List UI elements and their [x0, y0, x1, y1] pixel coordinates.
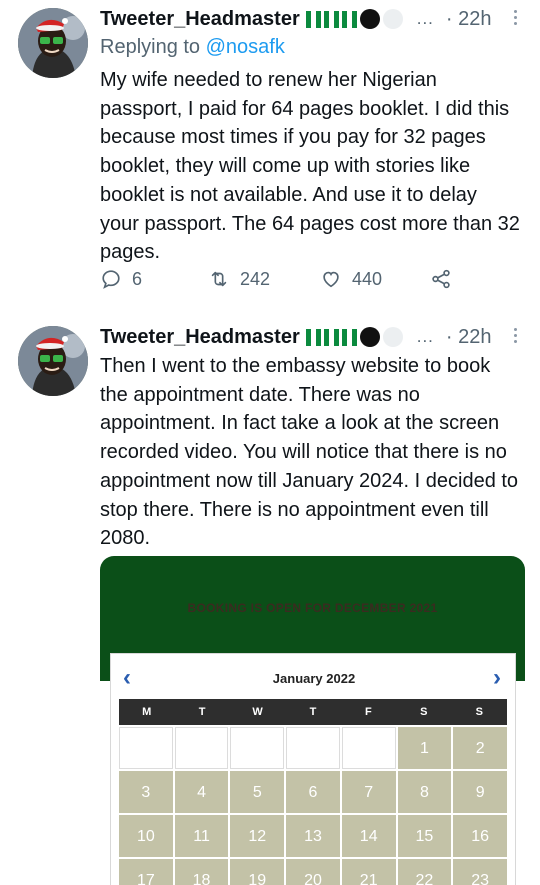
calendar-day[interactable]: 11 [174, 815, 229, 857]
tweet-header: Tweeter_Headmaster ... · 22h [100, 322, 492, 352]
tweet-media[interactable]: BOOKING IS OPEN FOR DECEMBER 2021 ‹ Janu… [100, 556, 525, 885]
white-circle-icon [382, 9, 403, 29]
black-circle-icon [359, 327, 380, 347]
weekday-label: M [142, 706, 152, 718]
banner-text: BOOKING IS OPEN FOR DECEMBER 2021 [187, 601, 438, 615]
calendar-day[interactable]: 22 [397, 859, 452, 885]
tweet-header: Tweeter_Headmaster ... · 22h [100, 4, 492, 34]
more-options-icon[interactable] [514, 10, 518, 25]
weekday-label: F [365, 706, 372, 718]
tweet-time[interactable]: · 22h [446, 326, 492, 349]
weekday-label: T [198, 706, 206, 718]
more-options-icon[interactable] [514, 328, 518, 343]
calendar-day[interactable]: 7 [341, 771, 396, 813]
tweet-text: My wife needed to renew her Nigerian pas… [100, 69, 520, 264]
nigeria-flag-icon [323, 10, 339, 28]
reply-button[interactable]: 6 [100, 268, 142, 290]
calendar-day[interactable]: 9 [453, 771, 507, 813]
calendar-empty-cell [174, 727, 229, 769]
calendar-day[interactable]: 14 [341, 815, 396, 857]
retweet-icon [211, 271, 227, 287]
next-month-icon[interactable]: › [493, 664, 501, 692]
avatar[interactable] [18, 326, 88, 396]
calendar-day[interactable]: 3 [119, 771, 173, 813]
tweet-1[interactable]: Tweeter_Headmaster ... · 22h Replying to… [0, 0, 540, 320]
nigeria-flag-icon [323, 328, 339, 346]
weekday-label: S [475, 706, 483, 718]
calendar-day[interactable]: 19 [230, 859, 285, 885]
like-button[interactable]: 440 [320, 268, 382, 290]
share-icon [432, 269, 450, 289]
weekday-label: S [420, 706, 428, 718]
calendar-day[interactable]: 16 [453, 815, 507, 857]
calendar-day[interactable]: 4 [174, 771, 229, 813]
calendar-day[interactable]: 6 [286, 771, 340, 813]
calendar-day[interactable]: 8 [397, 771, 452, 813]
calendar-day[interactable]: 21 [341, 859, 396, 885]
weekday-label: T [309, 706, 317, 718]
name-emojis [305, 327, 403, 347]
nigeria-flag-icon [305, 10, 321, 28]
nigeria-flag-icon [341, 10, 357, 28]
author-name[interactable]: Tweeter_Headmaster [100, 326, 300, 349]
replying-to-label: Replying to [100, 36, 201, 58]
calendar-day[interactable]: 20 [286, 859, 340, 885]
calendar-day[interactable]: 23 [453, 859, 507, 885]
calendar-empty-cell [341, 727, 396, 769]
calendar-empty-cell [230, 727, 285, 769]
nigeria-flag-icon [341, 328, 357, 346]
calendar-empty-cell [119, 727, 173, 769]
black-circle-icon [359, 9, 380, 29]
retweet-count: 242 [240, 268, 271, 289]
share-button[interactable] [430, 268, 452, 290]
weekday-label: W [252, 706, 263, 718]
truncation-ellipsis: ... [416, 9, 434, 28]
reply-count: 6 [132, 268, 143, 289]
replying-to: Replying to @nosafk [100, 36, 285, 59]
calendar-day[interactable]: 18 [174, 859, 229, 885]
truncation-ellipsis: ... [416, 327, 434, 346]
calendar-day[interactable]: 1 [397, 727, 452, 769]
heart-icon [323, 271, 339, 288]
calendar-day[interactable]: 15 [397, 815, 452, 857]
nigeria-flag-icon [305, 328, 321, 346]
weekday-header: MTWTFSS [119, 699, 507, 725]
calendar-month-title: January 2022 [272, 671, 356, 686]
reply-icon [102, 270, 120, 289]
author-name[interactable]: Tweeter_Headmaster [100, 8, 300, 31]
avatar[interactable] [18, 8, 88, 78]
tweet-text: Then I went to the embassy website to bo… [100, 355, 519, 550]
tweet-time[interactable]: · 22h [446, 8, 492, 31]
calendar-day[interactable]: 10 [119, 815, 173, 857]
calendar-grid: 1 2 3 4 5 6 7 8 9 10 11 12 13 14 15 16 17 18 19 20 21 22 23 [119, 727, 507, 885]
retweet-button[interactable]: 242 [208, 268, 270, 290]
calendar-day[interactable]: 13 [286, 815, 340, 857]
calendar-day[interactable]: 2 [453, 727, 507, 769]
white-circle-icon [382, 327, 403, 347]
calendar-day[interactable]: 5 [230, 771, 285, 813]
calendar-day[interactable]: 12 [230, 815, 285, 857]
calendar-empty-cell [286, 727, 340, 769]
name-emojis [305, 9, 403, 29]
replying-to-handle[interactable]: @nosafk [206, 36, 285, 58]
calendar: ‹ January 2022 › MTWTFSS 1 2 3 4 5 6 7 8 9 10 11 12… [110, 653, 516, 885]
calendar-day[interactable]: 17 [119, 859, 173, 885]
like-count: 440 [352, 268, 383, 289]
tweet-actions: 6 242 440 [100, 268, 470, 298]
